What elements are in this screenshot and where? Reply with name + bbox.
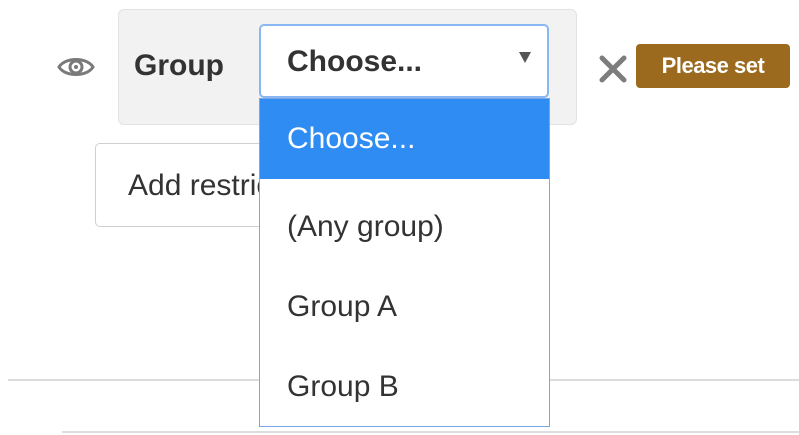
- divider: [62, 431, 799, 433]
- group-label: Group: [134, 49, 224, 82]
- group-select[interactable]: Choose...: [259, 24, 549, 98]
- eye-icon[interactable]: [56, 52, 96, 82]
- group-dropdown-list: Choose... (Any group) Group A Group B: [259, 98, 550, 427]
- dropdown-option-group-b[interactable]: Group B: [260, 347, 549, 427]
- chevron-down-icon: [519, 52, 531, 63]
- dropdown-option-any-group[interactable]: (Any group): [260, 187, 549, 267]
- dropdown-option-choose[interactable]: Choose...: [260, 99, 549, 179]
- dropdown-option-group-a[interactable]: Group A: [260, 267, 549, 347]
- close-icon[interactable]: [597, 53, 629, 85]
- status-badge: Please set: [636, 44, 790, 88]
- group-select-value: Choose...: [287, 45, 423, 78]
